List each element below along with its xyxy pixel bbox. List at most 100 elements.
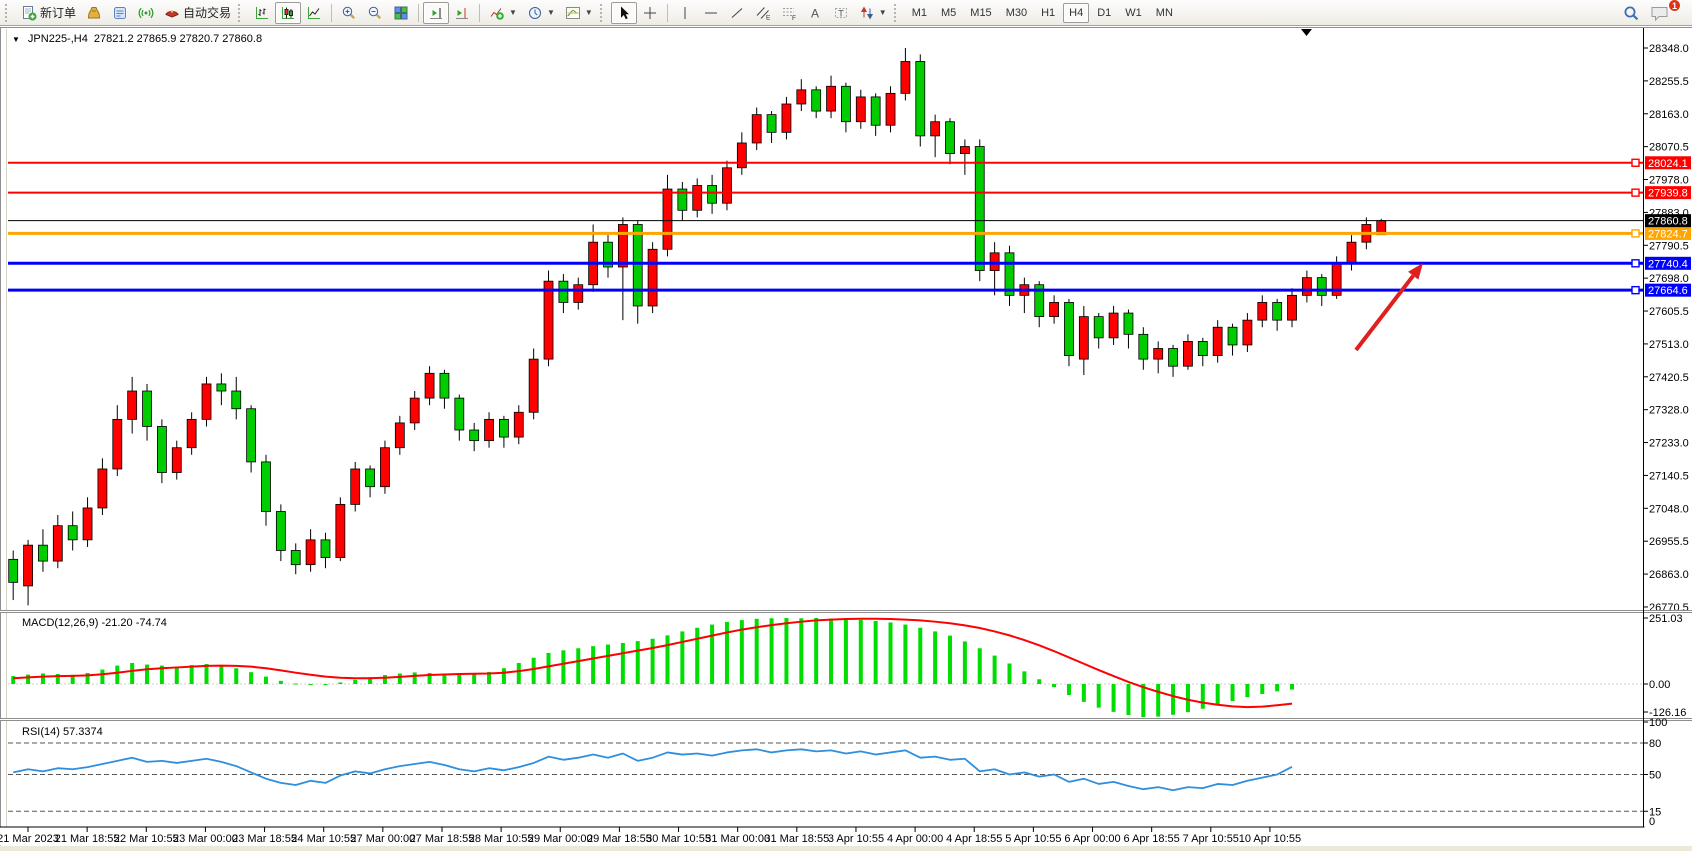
fibonacci-icon: F <box>781 5 797 21</box>
text-label-button[interactable]: T <box>828 2 854 24</box>
search-button[interactable] <box>1617 2 1645 24</box>
macd-bar <box>1141 684 1145 717</box>
candle-body <box>187 419 196 447</box>
timeframe-button-h4[interactable]: H4 <box>1063 3 1089 23</box>
zoom-in-button[interactable] <box>336 2 362 24</box>
time-axis-label: 4 Apr 00:00 <box>887 833 943 845</box>
toolbar-grip[interactable] <box>894 4 901 22</box>
symbol-dropdown-icon[interactable]: ▼ <box>12 35 20 44</box>
line-handle[interactable] <box>1632 230 1639 237</box>
autoscroll-icon <box>428 5 444 21</box>
macd-bar <box>561 650 565 684</box>
toolbar-grip[interactable] <box>600 4 607 22</box>
macd-bar <box>532 658 536 684</box>
line-handle[interactable] <box>1632 260 1639 267</box>
candle-body <box>440 373 449 398</box>
indicators-button[interactable]: ▼ <box>484 2 522 24</box>
line-chart-button[interactable] <box>301 2 327 24</box>
macd-bar <box>383 675 387 684</box>
svg-text:A: A <box>811 6 819 20</box>
fibonacci-button[interactable]: F <box>776 2 802 24</box>
metaeditor-button[interactable] <box>107 2 133 24</box>
marketwatch-button[interactable] <box>81 2 107 24</box>
line-handle[interactable] <box>1632 189 1639 196</box>
candle-body <box>351 469 360 504</box>
macd-bar <box>665 635 669 684</box>
gold-bag-icon <box>86 5 102 21</box>
macd-bar <box>799 618 803 684</box>
timeframe-button-m30[interactable]: M30 <box>1000 3 1033 23</box>
time-axis-label: 10 Apr 10:55 <box>1239 833 1301 845</box>
candle-body <box>856 97 865 122</box>
crosshair-button[interactable] <box>637 2 663 24</box>
text-label-icon: T <box>833 5 849 21</box>
templates-button[interactable]: ▼ <box>560 2 598 24</box>
macd-bar <box>576 648 580 684</box>
candle <box>886 86 895 132</box>
signals-button[interactable] <box>133 2 159 24</box>
timeframe-button-d1[interactable]: D1 <box>1091 3 1117 23</box>
notifications-button[interactable]: 1 <box>1645 2 1675 24</box>
macd-bar <box>26 675 30 684</box>
timeframe-button-m5[interactable]: M5 <box>935 3 962 23</box>
toolbar-grip[interactable] <box>5 4 12 22</box>
zoom-out-button[interactable] <box>362 2 388 24</box>
line-handle[interactable] <box>1632 287 1639 294</box>
timeframe-button-h1[interactable]: H1 <box>1035 3 1061 23</box>
macd-bar <box>279 681 283 684</box>
price-badge: 27664.6 <box>1645 284 1691 298</box>
price-badge: 28024.1 <box>1645 156 1691 170</box>
text-button[interactable]: A <box>802 2 828 24</box>
candle-body <box>708 185 717 203</box>
line-handle[interactable] <box>1632 159 1639 166</box>
macd-bar <box>219 666 223 684</box>
price-axis-label: 27048.0 <box>1649 503 1689 515</box>
macd-bar <box>1216 684 1220 705</box>
timeframe-button-m1[interactable]: M1 <box>906 3 933 23</box>
candle-body <box>1258 302 1267 320</box>
macd-bar <box>323 684 327 685</box>
price-badge-label: 27860.8 <box>1648 216 1688 228</box>
macd-bar <box>264 677 268 684</box>
timeframe-toolbar: M1M5M15M30H1H4D1W1MN <box>905 3 1180 23</box>
timeframe-button-mn[interactable]: MN <box>1150 3 1179 23</box>
macd-axis-label: 0.00 <box>1649 679 1670 691</box>
toolbar-grip[interactable] <box>238 4 245 22</box>
horizontal-line-button[interactable] <box>698 2 724 24</box>
macd-bar <box>918 628 922 684</box>
toolbar-separator <box>418 4 419 22</box>
price-axis-label: 27698.0 <box>1649 273 1689 285</box>
trendline-button[interactable] <box>724 2 750 24</box>
tile-windows-button[interactable] <box>388 2 414 24</box>
periods-button[interactable]: ▼ <box>522 2 560 24</box>
cursor-button[interactable] <box>611 2 637 24</box>
bar-chart-button[interactable] <box>249 2 275 24</box>
chart-title[interactable]: ▼ JPN225-,H4 27821.2 27865.9 27820.7 278… <box>12 33 262 45</box>
chart-shift-button[interactable] <box>449 2 475 24</box>
candle-body <box>1198 341 1207 355</box>
macd-bar <box>1260 684 1264 694</box>
periods-clock-icon <box>527 5 543 21</box>
autotrading-button[interactable]: 自动交易 <box>159 2 236 24</box>
candle-body <box>544 281 553 359</box>
time-axis-label: 31 Mar 00:00 <box>705 833 770 845</box>
arrows-button[interactable]: ▼ <box>854 2 892 24</box>
candle-body <box>1213 327 1222 355</box>
new-order-button[interactable]: 新订单 <box>16 2 81 24</box>
price-chart[interactable]: 28348.028255.528163.028070.527978.027883… <box>0 0 1692 851</box>
new-order-icon <box>21 5 37 21</box>
autoscroll-button[interactable] <box>423 2 449 24</box>
candle-body <box>128 391 137 419</box>
equidistant-channel-button[interactable]: E <box>750 2 776 24</box>
vertical-line-button[interactable] <box>672 2 698 24</box>
macd-bar <box>1231 684 1235 701</box>
time-axis-label: 21 Mar 2023 <box>0 833 59 845</box>
tile-windows-icon <box>393 5 409 21</box>
chevron-down-icon: ▼ <box>879 8 887 17</box>
candle-body <box>336 504 345 557</box>
candlestick-chart-button[interactable] <box>275 2 301 24</box>
toolbar-separator <box>667 4 668 22</box>
timeframe-button-w1[interactable]: W1 <box>1119 3 1148 23</box>
price-axis-label: 28255.5 <box>1649 76 1689 88</box>
timeframe-button-m15[interactable]: M15 <box>964 3 997 23</box>
